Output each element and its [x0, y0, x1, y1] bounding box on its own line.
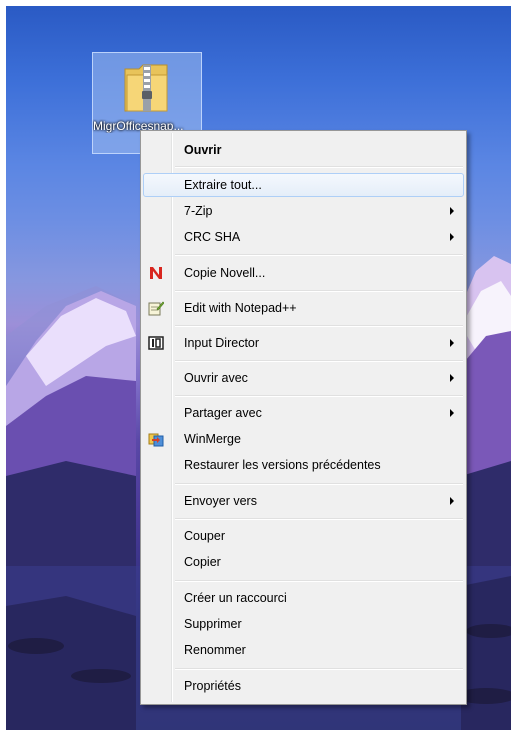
- menu-item-proprietes[interactable]: Propriétés: [143, 674, 464, 698]
- menu-separator: [175, 166, 463, 168]
- menu-item-ouvrir[interactable]: Ouvrir: [143, 138, 464, 162]
- menu-item-crc-sha[interactable]: CRC SHA: [143, 225, 464, 249]
- menu-item-label: Couper: [184, 529, 225, 543]
- menu-item-label: Propriétés: [184, 679, 241, 693]
- menu-separator: [175, 254, 463, 256]
- menu-item-label: Input Director: [184, 336, 260, 350]
- menu-item-restaurer-versions[interactable]: Restaurer les versions précédentes: [143, 453, 464, 477]
- menu-item-label: 7-Zip: [184, 204, 213, 218]
- menu-item-label: Ouvrir avec: [184, 371, 248, 385]
- screenshot-frame: MigrOfficesnap... Ouvrir Extraire tout..…: [0, 0, 511, 731]
- menu-item-couper[interactable]: Couper: [143, 524, 464, 548]
- menu-separator: [175, 580, 463, 582]
- menu-item-copier[interactable]: Copier: [143, 550, 464, 574]
- menu-item-label: Copie Novell...: [184, 266, 266, 280]
- menu-item-winmerge[interactable]: WinMerge: [143, 427, 464, 451]
- menu-item-input-director[interactable]: Input Director: [143, 331, 464, 355]
- novell-n-icon: [150, 267, 162, 279]
- menu-item-label: Restaurer les versions précédentes: [184, 458, 381, 472]
- zip-folder-icon: [124, 64, 168, 112]
- submenu-arrow-icon: [450, 207, 454, 215]
- submenu-arrow-icon: [450, 339, 454, 347]
- submenu-arrow-icon: [450, 409, 454, 417]
- submenu-arrow-icon: [450, 374, 454, 382]
- menu-item-creer-raccourci[interactable]: Créer un raccourci: [143, 586, 464, 610]
- menu-separator: [175, 290, 463, 292]
- menu-item-label: CRC SHA: [184, 230, 241, 244]
- submenu-arrow-icon: [450, 497, 454, 505]
- menu-item-label: Copier: [184, 555, 221, 569]
- desktop-wallpaper: MigrOfficesnap... Ouvrir Extraire tout..…: [6, 6, 511, 730]
- menu-item-supprimer[interactable]: Supprimer: [143, 612, 464, 636]
- context-menu: Ouvrir Extraire tout... 7-Zip CRC SHA Co…: [140, 130, 467, 705]
- menu-item-label: Créer un raccourci: [184, 591, 287, 605]
- menu-item-label: Supprimer: [184, 617, 242, 631]
- winmerge-icon: [148, 433, 164, 447]
- menu-item-label: Edit with Notepad++: [184, 301, 297, 315]
- menu-item-label: Extraire tout...: [184, 178, 262, 192]
- menu-item-ouvrir-avec[interactable]: Ouvrir avec: [143, 366, 464, 390]
- submenu-arrow-icon: [450, 233, 454, 241]
- menu-separator: [175, 360, 463, 362]
- menu-item-label: WinMerge: [184, 432, 241, 446]
- menu-item-7-zip[interactable]: 7-Zip: [143, 199, 464, 223]
- menu-item-edit-notepad[interactable]: Edit with Notepad++: [143, 296, 464, 320]
- menu-item-extraire-tout[interactable]: Extraire tout...: [143, 173, 464, 197]
- menu-item-label: Ouvrir: [184, 143, 222, 157]
- menu-item-partager-avec[interactable]: Partager avec: [143, 401, 464, 425]
- input-director-icon: [148, 336, 164, 350]
- menu-item-renommer[interactable]: Renommer: [143, 638, 464, 662]
- menu-separator: [175, 483, 463, 485]
- menu-item-label: Partager avec: [184, 406, 262, 420]
- menu-item-envoyer-vers[interactable]: Envoyer vers: [143, 489, 464, 513]
- menu-separator: [175, 325, 463, 327]
- menu-separator: [175, 668, 463, 670]
- notepad-plus-plus-icon: [148, 301, 164, 316]
- menu-item-copie-novell[interactable]: Copie Novell...: [143, 261, 464, 285]
- menu-item-label: Envoyer vers: [184, 494, 257, 508]
- menu-item-label: Renommer: [184, 643, 246, 657]
- menu-separator: [175, 518, 463, 520]
- menu-separator: [175, 395, 463, 397]
